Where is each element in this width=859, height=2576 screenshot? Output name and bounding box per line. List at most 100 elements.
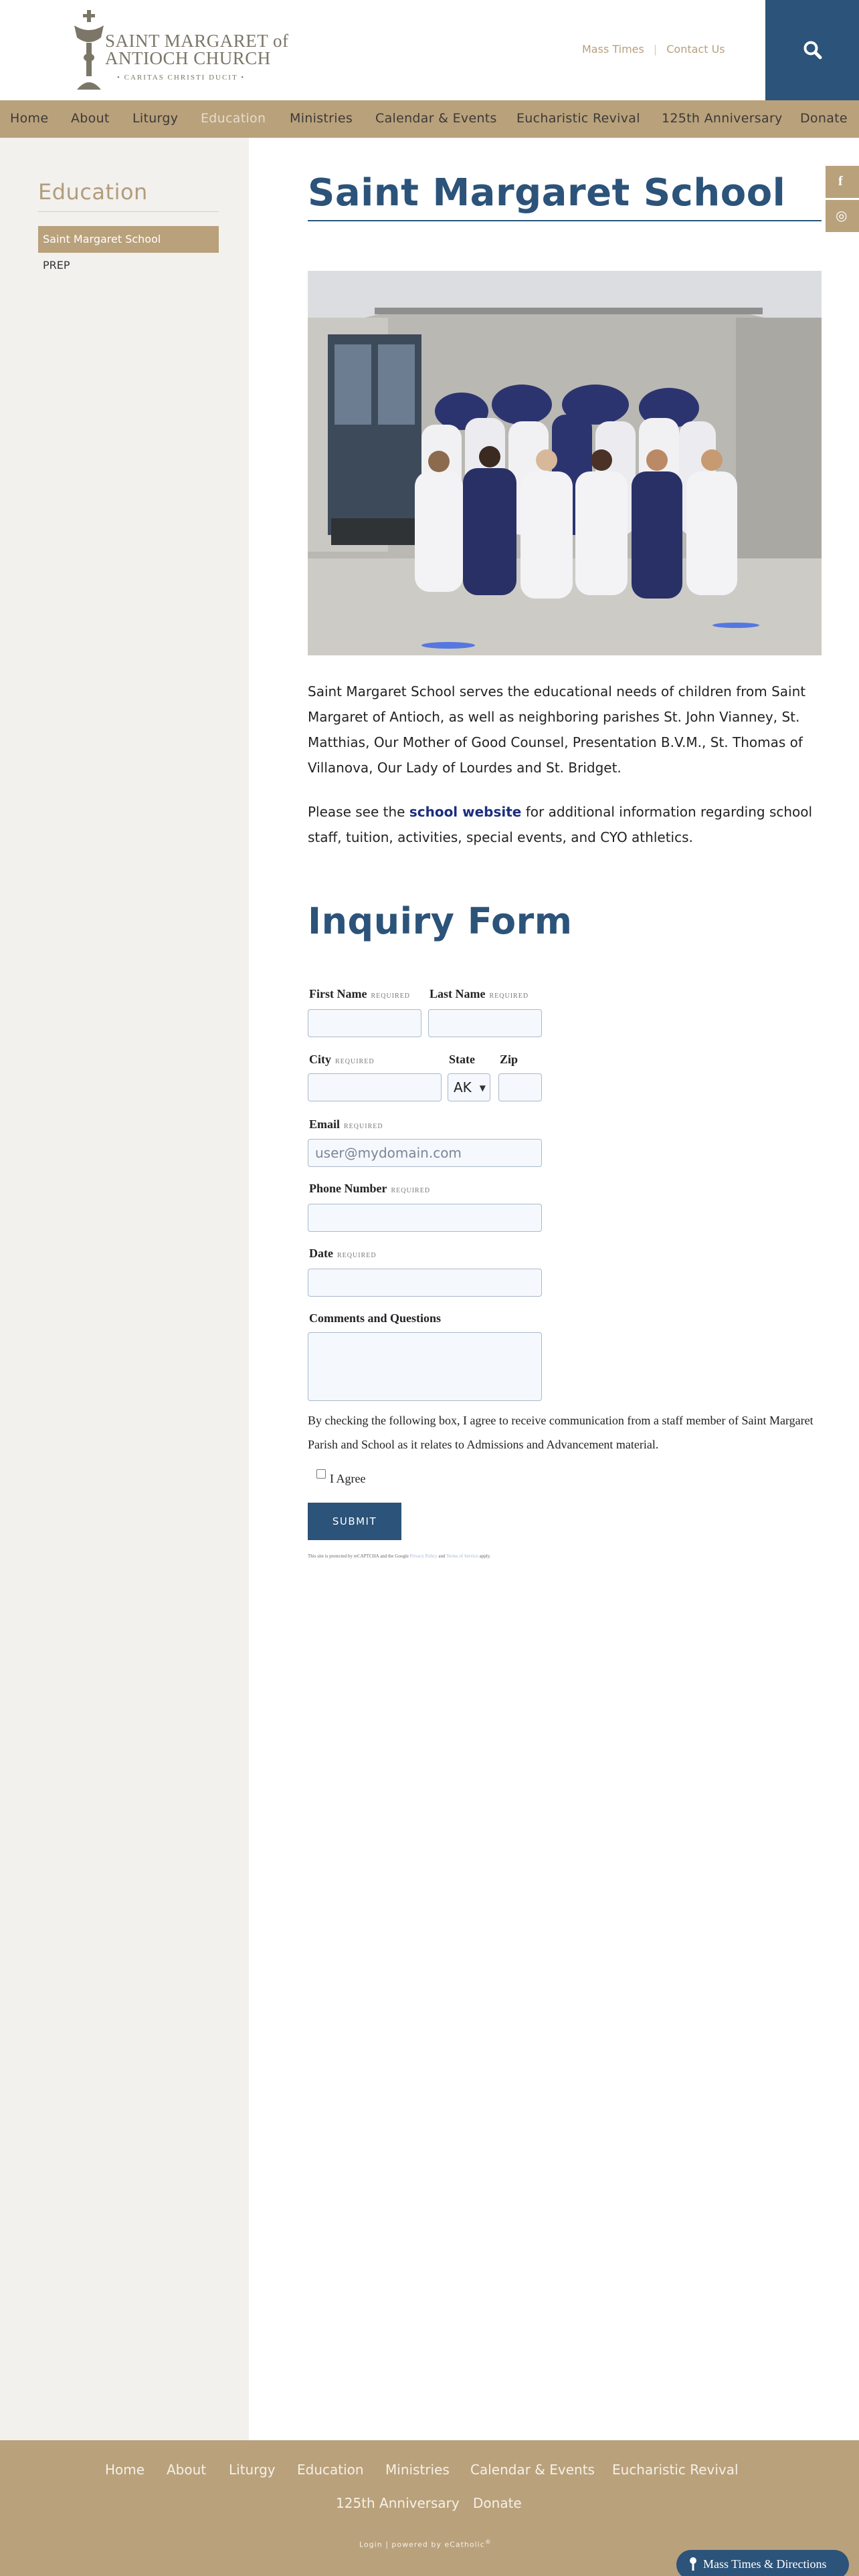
search-icon	[803, 41, 822, 60]
email-label-text: Email	[309, 1117, 341, 1131]
logo-line-2: ANTIOCH CHURCH	[105, 48, 271, 68]
footer-nav-calendar-events[interactable]: Calendar & Events	[470, 2462, 595, 2478]
instagram-icon: ◎	[836, 207, 848, 223]
required-tag: REQUIRED	[391, 1187, 431, 1194]
terms-of-service-link[interactable]: Terms of Service	[446, 1553, 478, 1559]
nav-item-eucharistic-revival[interactable]: Eucharistic Revival	[516, 111, 640, 126]
facebook-button[interactable]: f	[826, 166, 859, 198]
phone-label: Phone Number REQUIRED	[309, 1182, 430, 1196]
utility-separator: |	[653, 43, 658, 56]
site-header: SAINT MARGARET of ANTIOCH CHURCH • CARIT…	[0, 0, 859, 100]
footer-credits-separator: |	[385, 2540, 389, 2549]
phone-label-text: Phone Number	[309, 1182, 387, 1195]
sidebar-title: Education	[38, 179, 148, 205]
site-logo[interactable]: SAINT MARGARET of ANTIOCH CHURCH • CARIT…	[70, 8, 288, 94]
state-select-value: AK	[454, 1079, 472, 1095]
required-tag: REQUIRED	[337, 1252, 377, 1259]
inquiry-form-title: Inquiry Form	[308, 900, 573, 942]
date-input[interactable]	[308, 1269, 542, 1297]
intro-paragraph: Saint Margaret School serves the educati…	[308, 683, 806, 776]
footer-nav-home[interactable]: Home	[105, 2462, 145, 2478]
sidebar-item-prep[interactable]: PREP	[43, 259, 70, 272]
contact-us-link[interactable]: Contact Us	[666, 43, 725, 56]
email-label: Email REQUIRED	[309, 1117, 383, 1132]
last-name-label-text: Last Name	[430, 987, 486, 1000]
last-name-input[interactable]	[428, 1009, 542, 1037]
nav-item-125th-anniversary[interactable]: 125th Anniversary	[662, 111, 783, 126]
school-website-link[interactable]: school website	[409, 804, 522, 820]
main-nav: Home About Liturgy Education Ministries …	[0, 100, 859, 138]
registered-mark: ®	[484, 2539, 492, 2546]
first-name-label: First Name REQUIRED	[309, 987, 410, 1001]
phone-input[interactable]	[308, 1204, 542, 1232]
city-label-text: City	[309, 1053, 331, 1066]
state-select[interactable]: AK ▼	[448, 1073, 490, 1101]
required-tag: REQUIRED	[489, 992, 529, 1000]
nav-item-liturgy[interactable]: Liturgy	[132, 111, 178, 126]
recaptcha-notice: This site is protected by reCAPTCHA and …	[308, 1551, 549, 1562]
city-input[interactable]	[308, 1073, 442, 1101]
school-group-photo	[308, 271, 822, 655]
login-link[interactable]: Login	[359, 2541, 383, 2549]
search-button[interactable]	[765, 0, 859, 100]
nav-item-about[interactable]: About	[71, 111, 110, 126]
first-name-input[interactable]	[308, 1009, 421, 1037]
date-label: Date REQUIRED	[309, 1247, 377, 1261]
group-photo-illustration	[308, 271, 822, 655]
utility-links: Mass Times | Contact Us	[582, 43, 725, 56]
title-underline	[308, 220, 822, 221]
agree-label: I Agree	[330, 1472, 366, 1485]
comments-textarea[interactable]	[308, 1332, 542, 1401]
footer-nav-eucharistic-revival[interactable]: Eucharistic Revival	[612, 2462, 739, 2478]
zip-input[interactable]	[498, 1073, 542, 1101]
chalice-logo-icon	[74, 10, 104, 90]
footer-nav-donate[interactable]: Donate	[473, 2495, 522, 2511]
mass-times-link[interactable]: Mass Times	[582, 43, 644, 56]
nav-item-donate[interactable]: Donate	[800, 111, 848, 126]
last-name-label: Last Name REQUIRED	[430, 987, 529, 1001]
date-label-text: Date	[309, 1247, 333, 1260]
footer-nav-liturgy[interactable]: Liturgy	[229, 2462, 276, 2478]
sidebar: Education Saint Margaret School PREP	[0, 138, 249, 2440]
footer-nav-125th-anniversary[interactable]: 125th Anniversary	[336, 2495, 460, 2511]
required-tag: REQUIRED	[371, 992, 411, 1000]
nav-item-ministries[interactable]: Ministries	[290, 111, 353, 126]
first-name-label-text: First Name	[309, 987, 367, 1000]
comments-label: Comments and Questions	[309, 1311, 442, 1325]
instagram-button[interactable]: ◎	[826, 200, 859, 232]
email-input[interactable]: user@mydomain.com	[308, 1139, 542, 1167]
footer-nav-ministries[interactable]: Ministries	[385, 2462, 450, 2478]
required-tag: REQUIRED	[344, 1123, 383, 1130]
facebook-icon: f	[838, 174, 843, 189]
chevron-down-icon: ▼	[479, 1083, 486, 1093]
powered-by-link[interactable]: powered by eCatholic	[391, 2541, 484, 2549]
page-title: Saint Margaret School	[308, 171, 786, 215]
school-website-paragraph: Please see the school website for additi…	[308, 799, 822, 850]
city-label: City REQUIRED	[309, 1053, 375, 1067]
state-label: State	[449, 1053, 475, 1066]
mass-times-directions-label: Mass Times & Directions	[703, 2557, 827, 2571]
recaptcha-text-after: apply.	[478, 1553, 491, 1559]
mass-times-directions-button[interactable]: Mass Times & Directions	[676, 2550, 849, 2576]
sidebar-item-saint-margaret-school[interactable]: Saint Margaret School	[38, 226, 219, 253]
consent-text: By checking the following box, I agree t…	[308, 1414, 814, 1451]
recaptcha-text-and: and	[437, 1553, 447, 1559]
sidebar-divider	[38, 211, 219, 212]
logo-tagline: • CARITAS CHRISTI DUCIT •	[117, 74, 246, 82]
recaptcha-text-before: This site is protected by reCAPTCHA and …	[308, 1553, 410, 1559]
privacy-policy-link[interactable]: Privacy Policy	[410, 1553, 438, 1559]
email-placeholder: user@mydomain.com	[315, 1145, 462, 1161]
submit-button[interactable]: SUBMIT	[308, 1503, 401, 1540]
zip-label: Zip	[500, 1053, 518, 1066]
agree-checkbox[interactable]	[316, 1469, 326, 1479]
footer-credits: Login | powered by eCatholic®	[359, 2539, 492, 2549]
paragraph-text-before: Please see the	[308, 804, 409, 820]
footer-nav-about[interactable]: About	[167, 2462, 206, 2478]
nav-item-education[interactable]: Education	[201, 111, 266, 126]
site-footer: Home About Liturgy Education Ministries …	[0, 2440, 859, 2576]
footer-nav-education[interactable]: Education	[297, 2462, 364, 2478]
required-tag: REQUIRED	[335, 1058, 375, 1065]
nav-item-home[interactable]: Home	[10, 111, 48, 126]
nav-item-calendar-events[interactable]: Calendar & Events	[375, 111, 497, 126]
map-pin-icon	[690, 2557, 696, 2571]
